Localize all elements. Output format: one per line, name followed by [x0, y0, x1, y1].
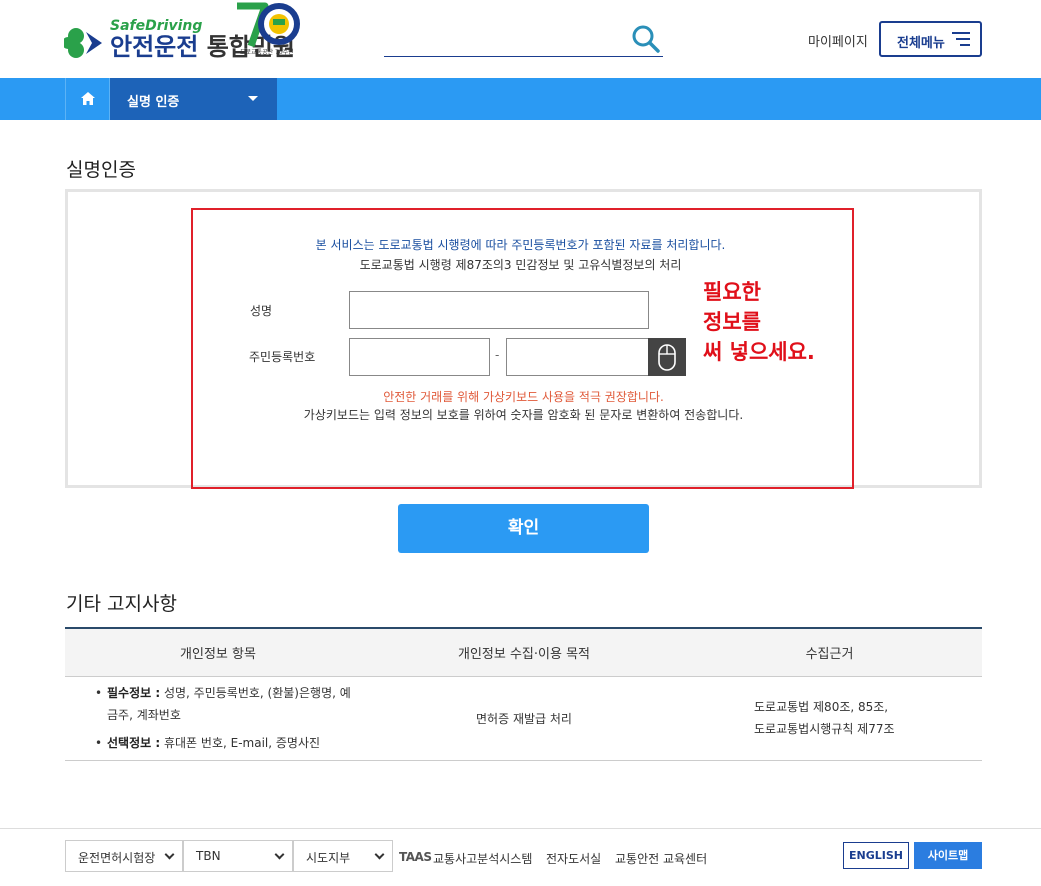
english-button[interactable]: ENGLISH — [843, 842, 909, 869]
annotation-line: 필요한 — [703, 280, 761, 304]
annotation-line: 정보를 — [703, 310, 761, 334]
logo-main-text: 안전운전 — [110, 33, 199, 61]
all-menu-button[interactable]: 전체메뉴 — [879, 21, 982, 57]
table-header: 수집근거 — [677, 628, 982, 677]
virtual-keyboard-button[interactable] — [648, 338, 686, 376]
auth-notice-line1: 본 서비스는 도로교통법 시행령에 따라 주민등록번호가 포함된 자료를 처리합… — [315, 238, 726, 252]
virtual-keyboard-info: 가상키보드는 입력 정보의 보호를 위하여 숫자를 암호화 된 문자로 변환하여… — [303, 408, 744, 422]
optional-label: 선택정보 : — [107, 736, 161, 750]
chevron-down-icon — [274, 849, 285, 860]
rrn-label: 주민등록번호 — [249, 350, 316, 364]
name-input[interactable] — [349, 291, 649, 329]
chevron-down-icon — [164, 849, 175, 860]
sitemap-button[interactable]: 사이트맵 — [914, 842, 982, 869]
clover-logo-icon — [64, 28, 102, 58]
education-link[interactable]: 교통안전 교육센터 — [615, 850, 707, 867]
rrn-dash: - — [495, 348, 500, 362]
main-nav: 실명 인증 — [0, 78, 1041, 120]
purpose-cell: 면허증 재발급 처리 — [371, 676, 677, 761]
site-footer: 운전면허시험장 TBN 시도지부 TAAS 교통사고분석시스템 전자도서실 교통… — [0, 828, 1041, 886]
annotation-line: 써 넣으세요. — [703, 340, 815, 364]
home-button[interactable] — [65, 78, 110, 120]
rrn-front-input[interactable] — [349, 338, 490, 376]
confirm-button[interactable]: 확인 — [398, 504, 649, 553]
page-title: 실명인증 — [66, 159, 136, 181]
search-box[interactable] — [384, 24, 663, 57]
annotation-text: 필요한 정보를 써 넣으세요. — [703, 277, 815, 367]
home-icon — [81, 92, 95, 105]
name-label: 성명 — [250, 304, 273, 318]
mouse-icon — [658, 344, 676, 371]
table-header: 개인정보 항목 — [65, 628, 371, 677]
anniversary-caption: 도로교통공단 70주년 — [240, 49, 294, 56]
search-icon[interactable] — [631, 24, 661, 54]
taas-link[interactable]: 교통사고분석시스템 — [433, 850, 532, 867]
hamburger-icon — [950, 31, 970, 47]
list-item: 선택정보 : 휴대폰 번호, E-mail, 증명사진 — [95, 732, 361, 754]
table-header: 개인정보 수집·이용 목적 — [371, 628, 677, 677]
library-link[interactable]: 전자도서실 — [546, 850, 601, 867]
table-header-row: 개인정보 항목 개인정보 수집·이용 목적 수집근거 — [65, 628, 982, 677]
basis-line: 도로교통법시행규칙 제77조 — [754, 722, 895, 736]
site-header: SafeDriving 안전운전 통합민원 도로교통공단 70주년 마이페이지 … — [0, 0, 1041, 78]
list-item: 필수정보 : 성명, 주민등록번호, (환불)은행명, 예금주, 계좌번호 — [95, 682, 361, 726]
chevron-down-icon — [374, 849, 385, 860]
select-value: 시도지부 — [306, 851, 351, 865]
exam-center-select[interactable]: 운전면허시험장 — [65, 840, 183, 872]
all-menu-label: 전체메뉴 — [897, 36, 945, 51]
privacy-table: 개인정보 항목 개인정보 수집·이용 목적 수집근거 필수정보 : 성명, 주민… — [65, 627, 982, 761]
auth-notice-line2: 도로교통법 시행령 제87조의3 민감정보 및 고유식별정보의 처리 — [359, 258, 682, 272]
required-label: 필수정보 : — [107, 686, 161, 700]
taas-logo: TAAS — [399, 850, 432, 864]
select-value: 운전면허시험장 — [78, 851, 156, 865]
rrn-back-input[interactable] — [506, 338, 649, 376]
mypage-link[interactable]: 마이페이지 — [808, 31, 868, 50]
items-cell: 필수정보 : 성명, 주민등록번호, (환불)은행명, 예금주, 계좌번호 선택… — [65, 676, 371, 761]
table-row: 필수정보 : 성명, 주민등록번호, (환불)은행명, 예금주, 계좌번호 선택… — [65, 676, 982, 761]
basis-cell: 도로교통법 제80조, 85조, 도로교통법시행규칙 제77조 — [677, 676, 982, 761]
virtual-keyboard-warning: 안전한 거래를 위해 가상키보드 사용을 적극 권장합니다. — [383, 390, 664, 404]
branch-select[interactable]: 시도지부 — [293, 840, 393, 872]
optional-text: 휴대폰 번호, E-mail, 증명사진 — [163, 736, 321, 750]
nav-dropdown-auth[interactable]: 실명 인증 — [110, 78, 277, 120]
tbn-select[interactable]: TBN — [183, 840, 293, 872]
caret-down-icon — [248, 96, 258, 101]
select-value: TBN — [196, 849, 221, 863]
notices-title: 기타 고지사항 — [66, 593, 177, 615]
nav-dropdown-label: 실명 인증 — [127, 95, 180, 110]
basis-line: 도로교통법 제80조, 85조, — [754, 700, 889, 714]
